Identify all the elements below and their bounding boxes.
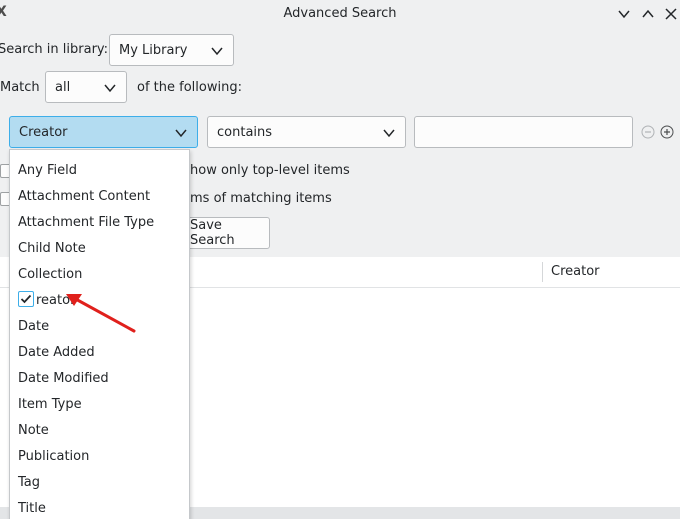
match-select-value: all — [55, 79, 71, 95]
maximize-button[interactable] — [639, 5, 657, 23]
menu-item-attachment-content[interactable]: Attachment Content — [10, 183, 189, 209]
chevron-up-icon — [642, 9, 654, 18]
annotation-arrow-icon — [66, 294, 136, 333]
menu-item-note[interactable]: Note — [10, 417, 189, 443]
match-select[interactable]: all — [45, 71, 127, 103]
save-search-button[interactable]: Save Search — [180, 217, 270, 249]
column-header-creator[interactable]: Creator — [551, 264, 600, 279]
library-select-value: My Library — [119, 42, 188, 58]
chevron-down-icon — [383, 129, 395, 138]
chevron-down-icon — [104, 84, 116, 93]
menu-item-date-modified[interactable]: Date Modified — [10, 365, 189, 391]
match-label: Match — [0, 80, 40, 95]
condition-operator-select[interactable]: contains — [207, 116, 406, 148]
menu-item-publication[interactable]: Publication — [10, 443, 189, 469]
minus-circle-icon[interactable] — [641, 125, 655, 139]
menu-item-item-type[interactable]: Item Type — [10, 391, 189, 417]
top-level-label: how only top-level items — [190, 163, 350, 178]
menu-item-date-added[interactable]: Date Added — [10, 339, 189, 365]
menu-item-title[interactable]: Title — [10, 495, 189, 519]
condition-operator-value: contains — [217, 124, 273, 140]
title-bar: X Advanced Search — [0, 0, 680, 28]
condition-value-input[interactable] — [414, 116, 633, 148]
chevron-down-icon — [211, 47, 223, 56]
chevron-down-icon — [618, 10, 630, 19]
condition-field-select[interactable]: Creator — [9, 116, 198, 148]
menu-item-collection[interactable]: Collection — [10, 261, 189, 287]
match-suffix-label: of the following: — [137, 80, 242, 95]
plus-circle-icon[interactable] — [660, 125, 674, 139]
close-button[interactable] — [662, 5, 680, 23]
search-in-library-label: Search in library: — [0, 42, 109, 57]
menu-item-any-field[interactable]: Any Field — [10, 157, 189, 183]
chevron-down-icon — [175, 129, 187, 138]
close-icon — [665, 8, 677, 20]
save-search-label: Save Search — [190, 218, 235, 248]
window-title: Advanced Search — [283, 6, 397, 21]
checkmark-icon — [18, 291, 34, 307]
menu-item-attachment-file-type[interactable]: Attachment File Type — [10, 209, 189, 235]
library-select[interactable]: My Library — [109, 34, 234, 66]
minimize-button[interactable] — [615, 5, 633, 23]
column-separator — [542, 262, 543, 282]
menu-item-child-note[interactable]: Child Note — [10, 235, 189, 261]
include-children-label: ms of matching items — [190, 191, 332, 206]
menu-item-tag[interactable]: Tag — [10, 469, 189, 495]
condition-field-value: Creator — [19, 124, 68, 140]
